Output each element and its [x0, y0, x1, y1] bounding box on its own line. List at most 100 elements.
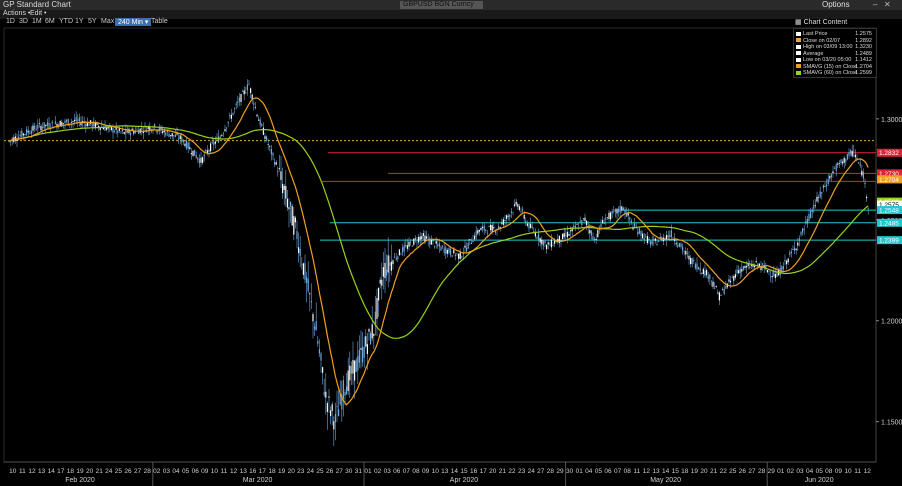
candle-body — [62, 123, 64, 124]
candle-body — [262, 127, 264, 135]
candle-body — [211, 141, 213, 143]
x-tick-label: 10 — [211, 468, 219, 475]
candle-body — [187, 142, 189, 149]
x-tick-label: 20 — [86, 468, 94, 475]
candle-body — [848, 152, 850, 156]
candle-body — [354, 360, 356, 381]
candle-body — [45, 124, 47, 127]
candle-body — [296, 231, 298, 239]
candle-body — [437, 244, 439, 246]
candle-body — [642, 233, 644, 239]
candle-body — [304, 263, 306, 280]
x-tick-label: 19 — [278, 468, 286, 475]
candle-body — [738, 270, 740, 274]
legend-item[interactable]: Close on 02/07 1.2892 — [796, 38, 874, 44]
candle-body — [850, 150, 852, 154]
candle-body — [501, 222, 503, 224]
candle-body — [718, 292, 720, 301]
x-tick-label: 29 — [768, 468, 776, 475]
candle-body — [464, 245, 466, 248]
candle-body — [678, 243, 680, 247]
candle-body — [830, 174, 832, 178]
x-tick-label: 26 — [124, 468, 132, 475]
candle-body — [325, 391, 327, 398]
legend-item[interactable]: SMAVG (60) on Close 1.2599 — [796, 70, 874, 76]
x-tick-label: 12 — [28, 468, 36, 475]
candle-body — [699, 268, 701, 271]
level-label: 1.2485 — [879, 220, 899, 227]
candle-body — [163, 130, 165, 133]
candle-body — [298, 247, 300, 253]
candle-body — [643, 238, 645, 240]
candle-body — [690, 258, 692, 264]
legend-item[interactable]: Last Price 1.2575 — [796, 31, 874, 37]
candle-body — [110, 126, 112, 131]
candle-body — [802, 228, 804, 233]
x-tick-label: 10 — [844, 468, 852, 475]
candle-body — [254, 106, 256, 108]
candle-body — [819, 191, 821, 197]
candle-body — [240, 94, 242, 102]
candle-body — [858, 162, 860, 164]
candle-body — [707, 275, 709, 279]
candle-body — [582, 218, 584, 220]
legend-item[interactable]: Average 1.2489 — [796, 51, 874, 57]
price-chart[interactable]: 1.15001.20001.25001.30001011121314171819… — [0, 0, 902, 486]
candle-body — [517, 204, 519, 207]
candle-body — [581, 220, 583, 226]
legend-item[interactable]: Low on 03/20 05:00 1.1412 — [796, 57, 874, 63]
candle-body — [443, 248, 445, 253]
candle-body — [411, 246, 413, 247]
candle-body — [352, 359, 354, 374]
candle-body — [123, 132, 125, 134]
candle-body — [301, 264, 303, 265]
candle-body — [864, 183, 866, 184]
candle-body — [602, 220, 604, 224]
candle-body — [290, 201, 292, 207]
level-label: 1.2704 — [879, 177, 899, 184]
legend-item[interactable]: SMAVG (15) on Close 1.2704 — [796, 64, 874, 70]
candle-body — [862, 171, 864, 179]
candle-body — [189, 147, 191, 150]
candle-body — [806, 219, 808, 224]
candle-body — [861, 170, 863, 176]
candle-body — [64, 120, 66, 124]
candle-body — [226, 127, 228, 129]
x-tick-label: 21 — [96, 468, 104, 475]
candle-body — [202, 157, 204, 163]
candle-body — [378, 287, 380, 301]
candle-body — [851, 150, 853, 157]
candle-body — [595, 238, 597, 241]
candle-body — [546, 244, 548, 250]
level-label: 1.2832 — [879, 150, 899, 157]
legend-item[interactable]: High on 03/09 13:00 1.3230 — [796, 44, 874, 50]
x-tick-label: 04 — [585, 468, 593, 475]
legend-label: Average — [803, 50, 824, 57]
candle-body — [808, 213, 810, 221]
candle-body — [278, 168, 280, 169]
candle-body — [442, 246, 444, 248]
x-tick-label: 07 — [403, 468, 411, 475]
x-tick-label: 15 — [672, 468, 680, 475]
candle-body — [32, 125, 34, 131]
x-tick-label: 16 — [249, 468, 257, 475]
candle-body — [709, 274, 711, 279]
candle-body — [515, 201, 517, 205]
candle-body — [238, 97, 240, 102]
candle-body — [650, 241, 652, 246]
candle-body — [790, 251, 792, 253]
candle-body — [704, 270, 706, 276]
candle-body — [418, 236, 420, 243]
candle-body — [694, 264, 696, 269]
candle-body — [397, 256, 399, 259]
x-tick-label: 24 — [528, 468, 536, 475]
candle-body — [269, 145, 271, 147]
x-tick-label: 11 — [854, 468, 861, 475]
candle-body — [421, 236, 423, 240]
candle-body — [762, 263, 764, 265]
candle-body — [621, 206, 623, 211]
candle-body — [730, 280, 732, 283]
candle-body — [691, 258, 693, 265]
candle-body — [274, 162, 276, 165]
candle-body — [472, 240, 474, 243]
